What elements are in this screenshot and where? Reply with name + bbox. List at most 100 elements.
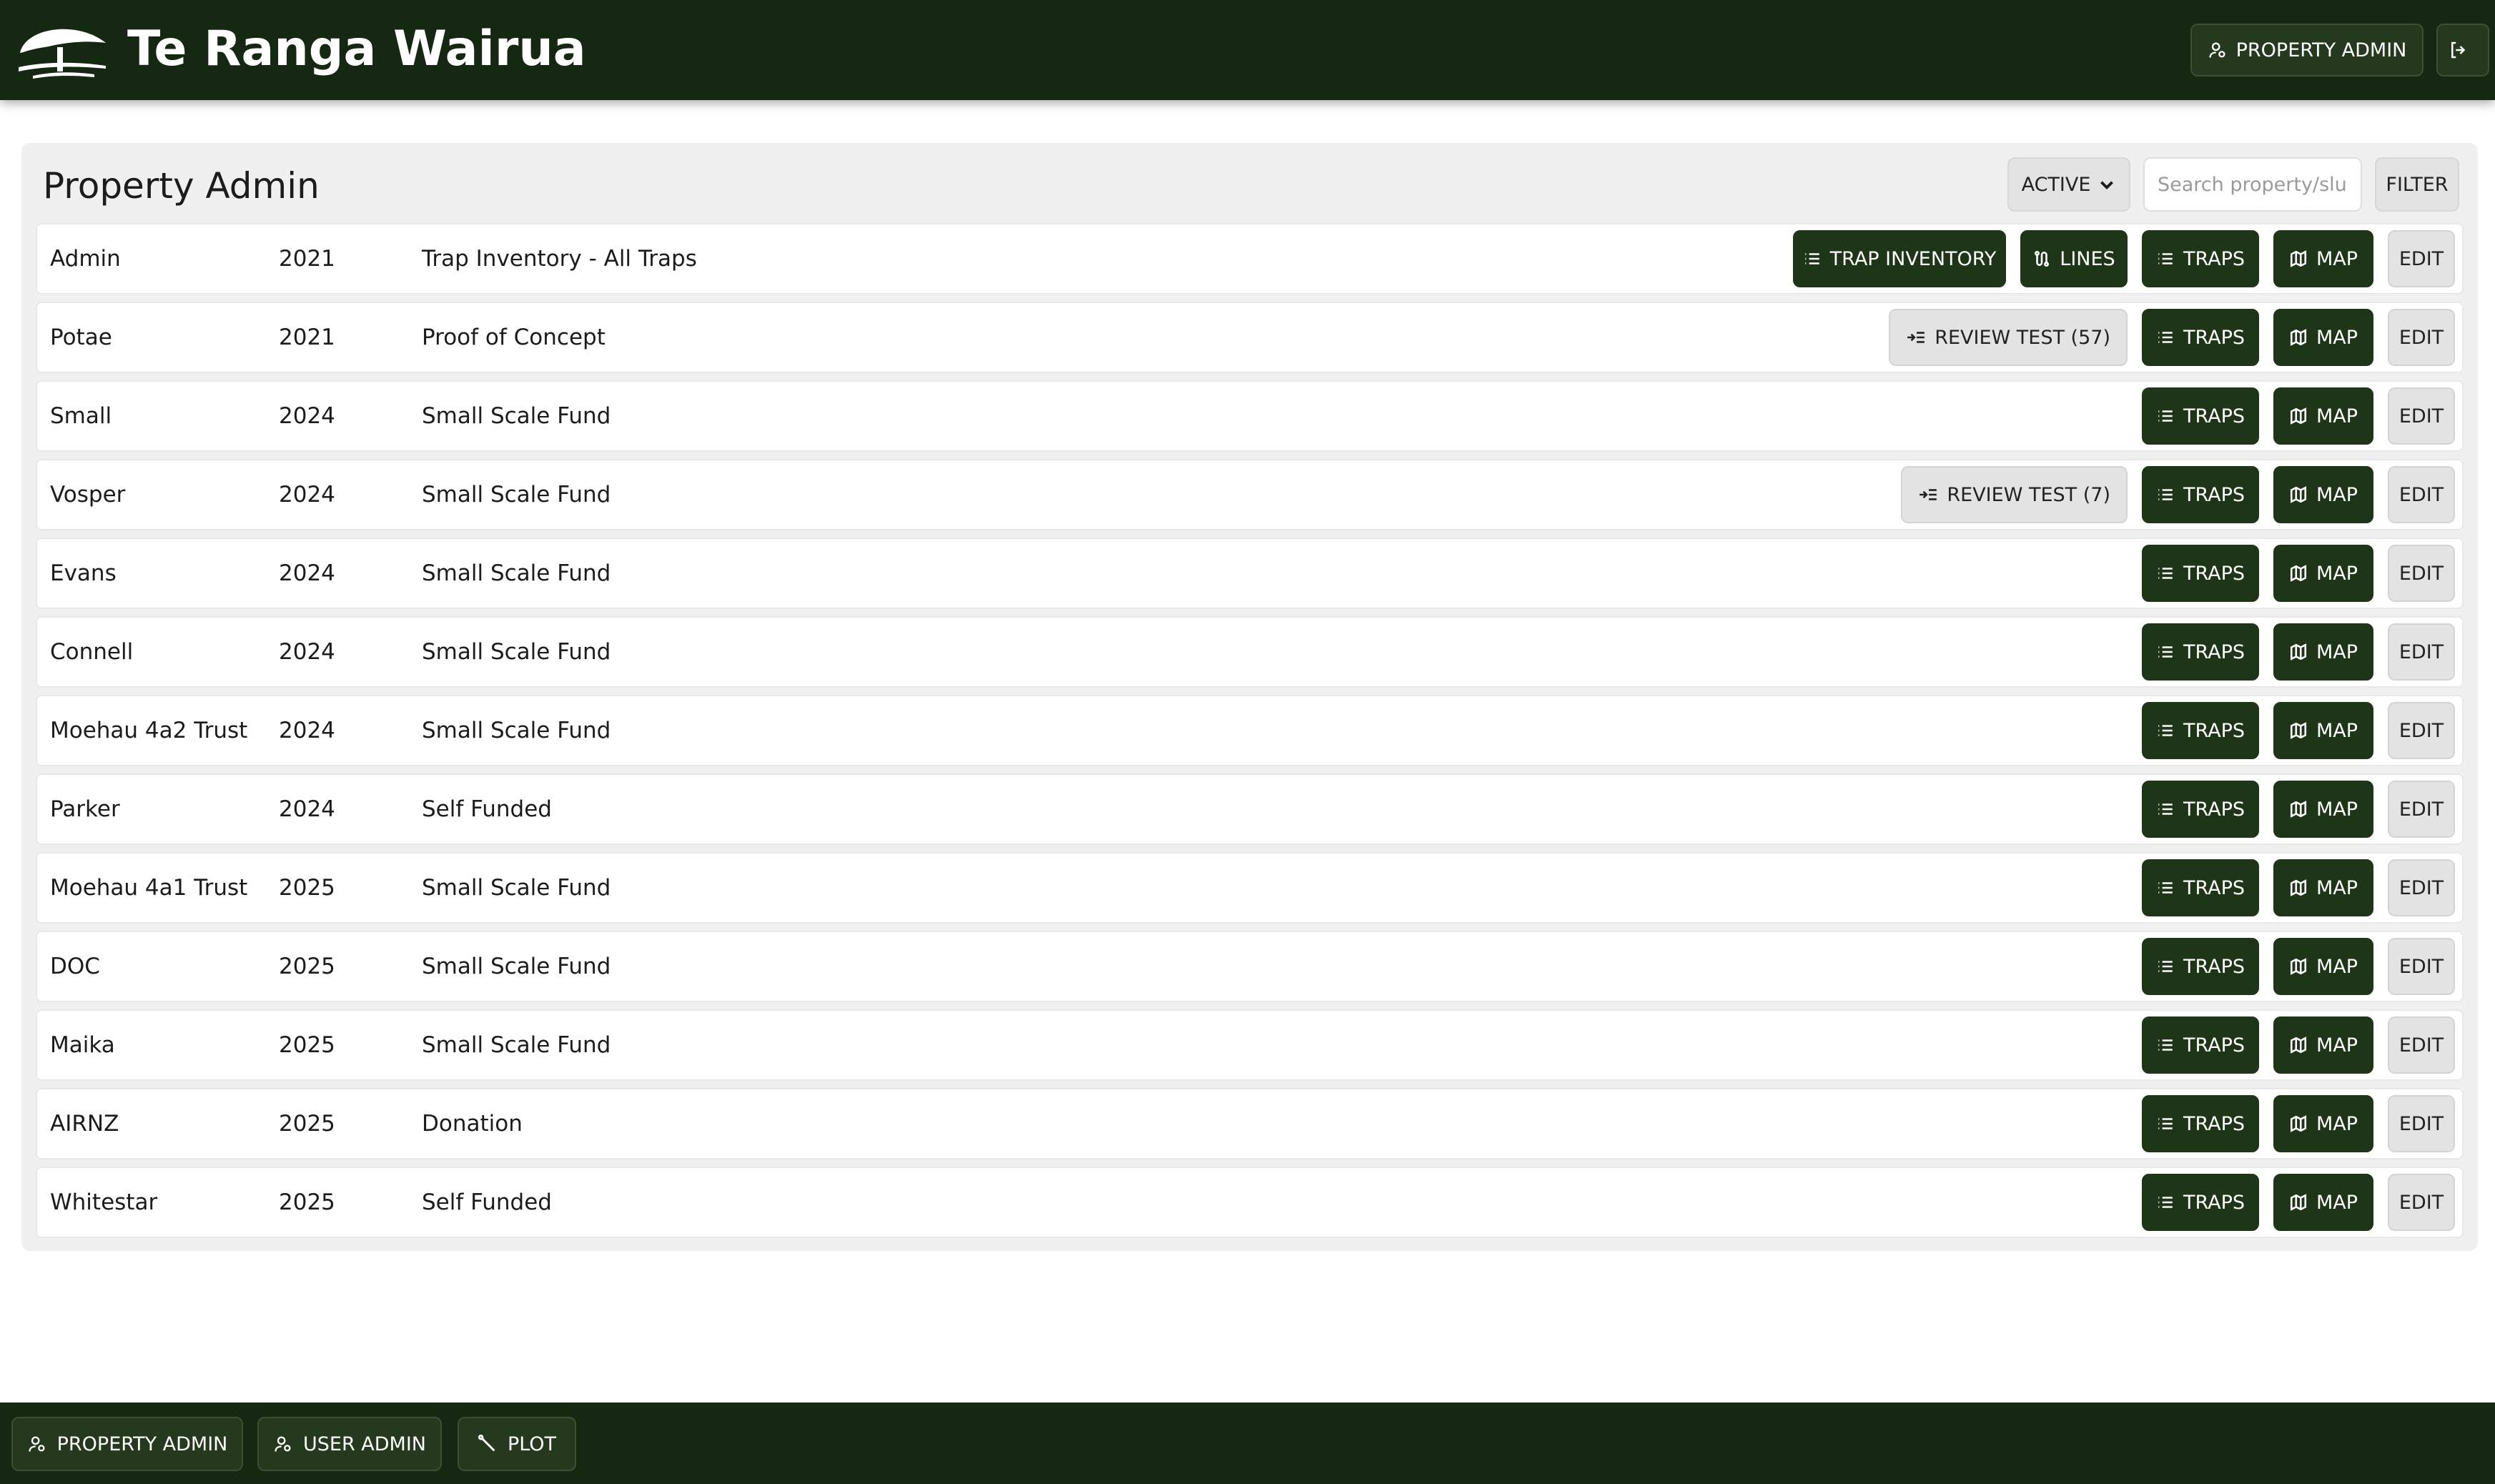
map-button[interactable]: MAP: [2273, 466, 2373, 523]
traps-button[interactable]: TRAPS: [2142, 859, 2259, 916]
traps-button[interactable]: TRAPS: [2142, 1095, 2259, 1152]
traps-button[interactable]: TRAPS: [2142, 309, 2259, 366]
map-button[interactable]: MAP: [2273, 387, 2373, 445]
app-brand: Te Ranga Wairua: [127, 21, 586, 77]
map-button[interactable]: MAP: [2273, 309, 2373, 366]
status-filter-value: ACTIVE: [2021, 173, 2091, 196]
edit-button[interactable]: EDIT: [2388, 466, 2455, 523]
review-test-button[interactable]: REVIEW TEST (7): [1901, 466, 2128, 523]
map-label: MAP: [2316, 798, 2358, 821]
traps-button[interactable]: TRAPS: [2142, 466, 2259, 523]
logout-button[interactable]: [2436, 24, 2489, 76]
table-row: Connell 2024 Small Scale Fund TRAPS MAP EDIT: [36, 616, 2464, 688]
traps-button[interactable]: TRAPS: [2142, 1016, 2259, 1074]
traps-button[interactable]: TRAPS: [2142, 702, 2259, 759]
map-button[interactable]: MAP: [2273, 1095, 2373, 1152]
edit-button[interactable]: EDIT: [2388, 781, 2455, 838]
property-fund: Self Funded: [422, 796, 552, 822]
row-actions: TRAPS MAP EDIT: [2142, 1016, 2455, 1074]
traps-button[interactable]: TRAPS: [2142, 230, 2259, 287]
status-filter-select[interactable]: ACTIVE: [2007, 157, 2130, 212]
map-button[interactable]: MAP: [2273, 1174, 2373, 1231]
edit-button[interactable]: EDIT: [2388, 938, 2455, 995]
edit-button[interactable]: EDIT: [2388, 309, 2455, 366]
property-name: Evans: [50, 560, 117, 586]
map-button[interactable]: MAP: [2273, 702, 2373, 759]
map-label: MAP: [2316, 483, 2358, 506]
footer-user-admin-button[interactable]: USER ADMIN: [257, 1417, 442, 1471]
top-bar: Te Ranga Wairua PROPERTY ADMIN: [0, 0, 2495, 100]
table-row: Parker 2024 Self Funded TRAPS MAP EDIT: [36, 773, 2464, 845]
property-name: Maika: [50, 1032, 115, 1058]
plot-line-icon: [478, 1434, 495, 1452]
map-button[interactable]: MAP: [2273, 781, 2373, 838]
review-test-button[interactable]: REVIEW TEST (57): [1889, 309, 2128, 366]
map-button[interactable]: MAP: [2273, 545, 2373, 602]
map-button[interactable]: MAP: [2273, 230, 2373, 287]
edit-button[interactable]: EDIT: [2388, 387, 2455, 445]
edit-button[interactable]: EDIT: [2388, 1016, 2455, 1074]
edit-button[interactable]: EDIT: [2388, 1095, 2455, 1152]
map-icon: [2290, 329, 2307, 346]
traps-label: TRAPS: [2183, 1034, 2246, 1057]
list-icon: [2158, 646, 2173, 658]
property-admin-button[interactable]: PROPERTY ADMIN: [2190, 24, 2424, 76]
property-name: Moehau 4a1 Trust: [50, 875, 248, 901]
property-fund: Proof of Concept: [422, 325, 606, 350]
table-row: Admin 2021 Trap Inventory - All Traps TRAP …: [36, 223, 2464, 295]
map-icon: [2290, 1194, 2307, 1211]
map-icon: [2290, 250, 2307, 267]
user-gear-icon: [28, 1436, 45, 1452]
footer-property-admin-button[interactable]: PROPERTY ADMIN: [11, 1417, 243, 1471]
footer-plot-button[interactable]: PLOT: [458, 1417, 576, 1471]
row-actions: REVIEW TEST (7) TRAPS MAP EDIT: [1901, 466, 2455, 523]
chevron-down-icon: [2100, 181, 2114, 190]
trap-inventory-button[interactable]: TRAP INVENTORY: [1793, 230, 2006, 287]
list-icon: [2158, 1197, 2173, 1208]
traps-button[interactable]: TRAPS: [2142, 387, 2259, 445]
map-icon: [2290, 486, 2307, 503]
map-button[interactable]: MAP: [2273, 1016, 2373, 1074]
property-list: Admin 2021 Trap Inventory - All Traps TRAP …: [36, 223, 2464, 1245]
row-actions: TRAPS MAP EDIT: [2142, 859, 2455, 916]
table-row: Moehau 4a2 Trust 2024 Small Scale Fund TRAP…: [36, 695, 2464, 766]
traps-label: TRAPS: [2183, 483, 2246, 506]
lines-label: LINES: [2060, 247, 2115, 270]
review-icon: [1920, 489, 1937, 500]
traps-button[interactable]: TRAPS: [2142, 545, 2259, 602]
list-icon: [2158, 1039, 2173, 1051]
row-actions: TRAPS MAP EDIT: [2142, 623, 2455, 681]
row-actions: TRAP INVENTORY LINES TRAPS MAP EDIT: [1793, 230, 2455, 287]
edit-button[interactable]: EDIT: [2388, 702, 2455, 759]
list-icon: [2158, 489, 2173, 500]
map-button[interactable]: MAP: [2273, 938, 2373, 995]
traps-label: TRAPS: [2183, 640, 2246, 663]
map-icon: [2290, 722, 2307, 739]
lines-button[interactable]: LINES: [2020, 230, 2128, 287]
traps-button[interactable]: TRAPS: [2142, 623, 2259, 681]
map-button[interactable]: MAP: [2273, 859, 2373, 916]
table-row: Potae 2021 Proof of Concept REVIEW TEST (57…: [36, 302, 2464, 373]
route-icon: [2035, 250, 2050, 267]
edit-button[interactable]: EDIT: [2388, 230, 2455, 287]
map-label: MAP: [2316, 876, 2358, 899]
list-icon: [2158, 961, 2173, 972]
edit-button[interactable]: EDIT: [2388, 545, 2455, 602]
traps-label: TRAPS: [2183, 247, 2246, 270]
edit-button[interactable]: EDIT: [2388, 623, 2455, 681]
map-button[interactable]: MAP: [2273, 623, 2373, 681]
map-label: MAP: [2316, 719, 2358, 742]
traps-label: TRAPS: [2183, 876, 2246, 899]
filter-button[interactable]: FILTER: [2375, 157, 2459, 212]
edit-button[interactable]: EDIT: [2388, 859, 2455, 916]
map-icon: [2290, 1037, 2307, 1054]
list-icon: [2158, 882, 2173, 894]
traps-button[interactable]: TRAPS: [2142, 781, 2259, 838]
traps-button[interactable]: TRAPS: [2142, 1174, 2259, 1231]
property-admin-panel: Property Admin ACTIVE FILTER Admin 2021 Tr…: [21, 143, 2478, 1251]
map-label: MAP: [2316, 1112, 2358, 1135]
property-name: Small: [50, 403, 112, 429]
edit-button[interactable]: EDIT: [2388, 1174, 2455, 1231]
traps-button[interactable]: TRAPS: [2142, 938, 2259, 995]
search-input[interactable]: [2143, 157, 2362, 212]
